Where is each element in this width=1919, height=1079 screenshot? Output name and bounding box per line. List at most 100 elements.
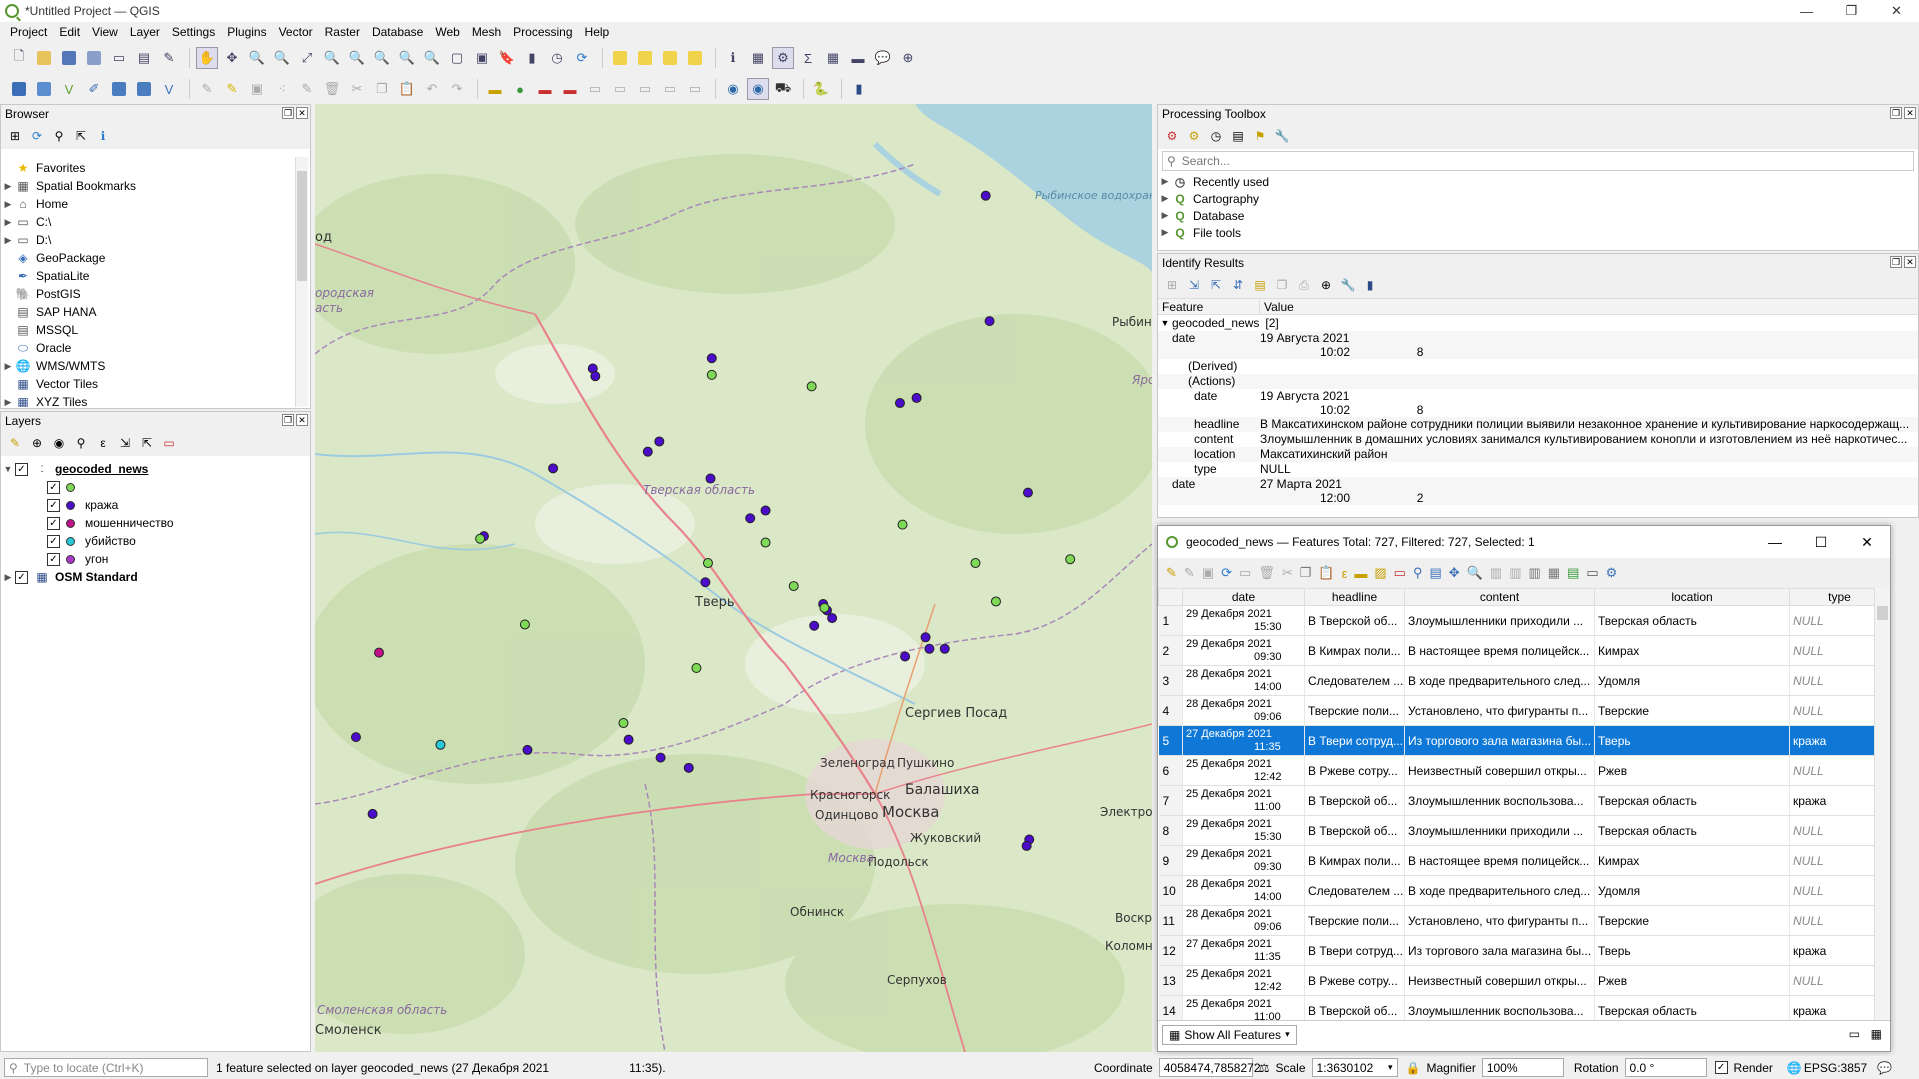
cell-date[interactable]: 27 Декабря 2021 11:35 <box>1182 725 1305 756</box>
actions-icon[interactable]: ⚙ <box>1606 565 1618 581</box>
cell-date[interactable]: 25 Декабря 2021 11:00 <box>1182 785 1305 816</box>
open-project-icon[interactable] <box>33 47 55 69</box>
legend-class[interactable]: ✓ <box>1 478 310 496</box>
map-svg[interactable]: Тверская область Тверь Рыбинское водохра… <box>315 104 1152 1052</box>
cell-date[interactable]: 29 Декабря 2021 09:30 <box>1182 635 1305 666</box>
expand-arrow-icon[interactable]: ▶ <box>1 181 15 192</box>
news-point[interactable] <box>900 651 911 662</box>
class-visibility-checkbox[interactable]: ✓ <box>47 552 60 566</box>
cell-headline[interactable]: В Твери сотруд... <box>1304 725 1405 756</box>
menu-view[interactable]: View <box>86 25 124 39</box>
legend-class[interactable]: ✓ мошенничество <box>1 514 310 532</box>
measure-icon[interactable]: ▬ <box>847 47 869 69</box>
identify-attribute-row[interactable]: date 27 Марта 2021 12:00 2 <box>1158 477 1918 505</box>
annotation-icon[interactable]: 💬 <box>872 47 894 69</box>
cell-content[interactable]: Из торгового зала магазина бы... <box>1404 935 1595 966</box>
news-point[interactable] <box>706 353 717 364</box>
processing-provider[interactable]: ▶ Q Cartography <box>1158 190 1918 207</box>
identify-attribute-row[interactable]: date 19 Августа 2021 10:02 8 <box>1158 389 1918 417</box>
collapse-tree-icon[interactable]: ⇱ <box>1208 277 1224 293</box>
label-props-icon[interactable]: ▭ <box>684 78 706 100</box>
undo-icon[interactable]: ↶ <box>421 78 443 100</box>
cell-content[interactable]: Неизвестный совершил откры... <box>1404 755 1595 786</box>
expand-arrow-icon[interactable]: ▶ <box>1 235 15 246</box>
table-row[interactable]: 12 27 Декабря 2021 11:35 В Твери сотруд... И… <box>1158 935 1890 966</box>
temporal-controller-icon[interactable]: ◷ <box>546 47 568 69</box>
close-panel-button[interactable]: ✕ <box>1904 107 1916 119</box>
menu-web[interactable]: Web <box>429 25 465 39</box>
news-point[interactable] <box>788 581 799 592</box>
expand-arrow-icon[interactable]: ▶ <box>1158 193 1172 204</box>
cell-content[interactable]: Неизвестный совершил откры... <box>1404 965 1595 996</box>
attribute-table-icon[interactable]: ▦ <box>747 47 769 69</box>
identify-attribute-row[interactable]: location Максатихинский район <box>1158 447 1918 462</box>
cell-date[interactable]: 29 Декабря 2021 15:30 <box>1182 605 1305 636</box>
news-point[interactable] <box>897 519 908 530</box>
news-point[interactable] <box>367 808 378 819</box>
cell-content[interactable]: Злоумышленник воспользова... <box>1404 785 1595 816</box>
conditional-format-icon[interactable]: ▤ <box>1567 565 1579 581</box>
menu-help[interactable]: Help <box>579 25 616 39</box>
menu-settings[interactable]: Settings <box>166 25 221 39</box>
filter-browser-icon[interactable]: ⚲ <box>51 128 67 144</box>
news-point[interactable] <box>809 620 820 631</box>
field-calculator-icon[interactable]: ▦ <box>822 47 844 69</box>
news-point[interactable] <box>706 369 717 380</box>
row-number[interactable]: 12 <box>1158 935 1183 966</box>
close-panel-button[interactable]: ✕ <box>296 107 308 119</box>
news-point[interactable] <box>691 663 702 673</box>
collapse-all-icon[interactable]: ⇱ <box>73 128 89 144</box>
browser-item[interactable]: ▶ ▭ D:\ <box>1 231 295 249</box>
cell-location[interactable]: Тверская область <box>1594 815 1790 846</box>
browser-item[interactable]: ▶ ▦ Spatial Bookmarks <box>1 177 295 195</box>
expand-tree-icon[interactable]: ⊞ <box>1164 277 1180 293</box>
cell-headline[interactable]: В Тверской об... <box>1304 605 1405 636</box>
zoom-layer-icon[interactable]: 🔍 <box>346 47 368 69</box>
row-number[interactable]: 5 <box>1158 725 1183 756</box>
data-source-manager-icon[interactable] <box>8 78 30 100</box>
identify-settings-icon[interactable]: 🔧 <box>1340 277 1356 293</box>
browser-scrollbar[interactable] <box>295 157 308 407</box>
news-point[interactable] <box>819 602 830 613</box>
cell-date[interactable]: 29 Декабря 2021 09:30 <box>1182 845 1305 876</box>
class-visibility-checkbox[interactable]: ✓ <box>47 534 60 548</box>
select-features-icon[interactable] <box>609 47 631 69</box>
new-geopackage-icon[interactable] <box>33 78 55 100</box>
float-panel-button[interactable]: ❐ <box>1890 256 1902 268</box>
cell-location[interactable]: Тверская область <box>1594 785 1790 816</box>
identify-attribute-row[interactable]: date 19 Августа 2021 10:02 8 <box>1158 331 1918 359</box>
zoom-out-icon[interactable]: 🔍 <box>271 47 293 69</box>
news-point[interactable] <box>548 463 559 474</box>
copy-icon[interactable]: ❐ <box>1300 565 1312 581</box>
save-as-icon[interactable] <box>83 47 105 69</box>
cell-date[interactable]: 28 Декабря 2021 14:00 <box>1182 875 1305 906</box>
refresh-icon[interactable]: ⟳ <box>571 47 593 69</box>
menu-project[interactable]: Project <box>4 25 53 39</box>
models-icon[interactable]: ⚙ <box>1164 128 1180 144</box>
cell-content[interactable]: Из торгового зала магазина бы... <box>1404 725 1595 756</box>
chevron-down-icon[interactable]: ▾ <box>1388 1062 1393 1073</box>
processing-provider[interactable]: ▶ Q File tools <box>1158 224 1918 241</box>
copy-features-icon[interactable]: ❐ <box>371 78 393 100</box>
news-point[interactable] <box>984 316 995 327</box>
close-panel-button[interactable]: ✕ <box>1904 256 1916 268</box>
table-row[interactable]: 11 28 Декабря 2021 09:06 Тверские поли... Ус… <box>1158 905 1890 936</box>
menu-processing[interactable]: Processing <box>507 25 578 39</box>
expand-arrow-icon[interactable]: ▶ <box>1158 227 1172 238</box>
news-point[interactable] <box>702 558 713 569</box>
float-panel-button[interactable]: ❐ <box>282 107 294 119</box>
cut-icon[interactable]: ✂ <box>1282 565 1293 581</box>
statistics-sigma-icon[interactable]: Σ <box>797 47 819 69</box>
table-row[interactable]: 6 25 Декабря 2021 12:42 В Ржеве сотру... Неи… <box>1158 755 1890 786</box>
layer-osm-standard[interactable]: ▶ ✓ ▦ OSM Standard <box>1 568 310 586</box>
row-number[interactable]: 8 <box>1158 815 1183 846</box>
float-panel-button[interactable]: ❐ <box>282 414 294 426</box>
cell-date[interactable]: 27 Декабря 2021 11:35 <box>1182 935 1305 966</box>
identify-attribute-row[interactable]: headline В Максатихинском районе сотрудни… <box>1158 417 1918 432</box>
select-by-value-icon[interactable] <box>634 47 656 69</box>
add-layer-icon[interactable] <box>108 78 130 100</box>
new-field-icon[interactable]: ▥ <box>1490 565 1502 581</box>
close-button[interactable]: ✕ <box>1874 0 1919 22</box>
filter-expression-icon[interactable]: ε <box>95 435 111 451</box>
menu-layer[interactable]: Layer <box>124 25 166 39</box>
